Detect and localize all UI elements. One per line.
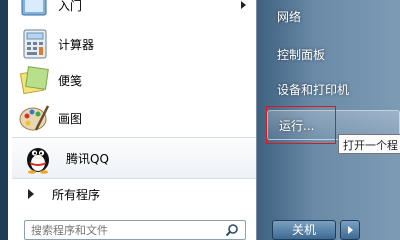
paint-palette-icon (18, 102, 50, 134)
right-item-network[interactable]: 网络 (277, 8, 301, 25)
expand-arrow-icon (28, 189, 34, 199)
search-box[interactable] (24, 220, 246, 240)
program-item-calculator[interactable]: 计算器 (18, 27, 254, 61)
qq-penguin-icon (22, 142, 54, 174)
all-programs-label: 所有程序 (52, 187, 101, 202)
program-label: 计算器 (58, 37, 95, 52)
program-item-sticky-notes[interactable]: 便笺 (18, 63, 254, 97)
sticky-notes-icon (18, 64, 50, 96)
shutdown-options-button[interactable] (340, 220, 360, 240)
program-label: 入门 (58, 0, 83, 13)
all-programs-button[interactable]: 所有程序 (12, 178, 256, 209)
program-label: 画图 (58, 111, 83, 126)
search-input[interactable] (25, 221, 227, 239)
program-label: 便笺 (58, 73, 83, 88)
program-label: 腾讯QQ (66, 151, 109, 166)
calculator-icon (18, 28, 50, 60)
highlight-annotation-box (266, 106, 336, 144)
start-menu-programs-panel: 入门 计算器 便笺 画图 腾讯QQ 所有程序 (8, 0, 257, 240)
program-item-paint[interactable]: 画图 (18, 101, 254, 135)
tooltip: 打开一个程 (338, 134, 400, 154)
program-item-qq[interactable]: 腾讯QQ (12, 137, 256, 179)
submenu-arrow-icon[interactable] (241, 1, 246, 9)
search-icon[interactable] (225, 223, 239, 237)
right-item-devices-printers[interactable]: 设备和打印机 (277, 81, 349, 98)
program-item-getting-started[interactable]: 入门 (18, 0, 254, 22)
getting-started-icon (18, 0, 50, 21)
shutdown-button[interactable]: 关机 (272, 220, 336, 240)
chevron-right-icon (348, 226, 353, 234)
right-item-control-panel[interactable]: 控制面板 (277, 46, 325, 63)
